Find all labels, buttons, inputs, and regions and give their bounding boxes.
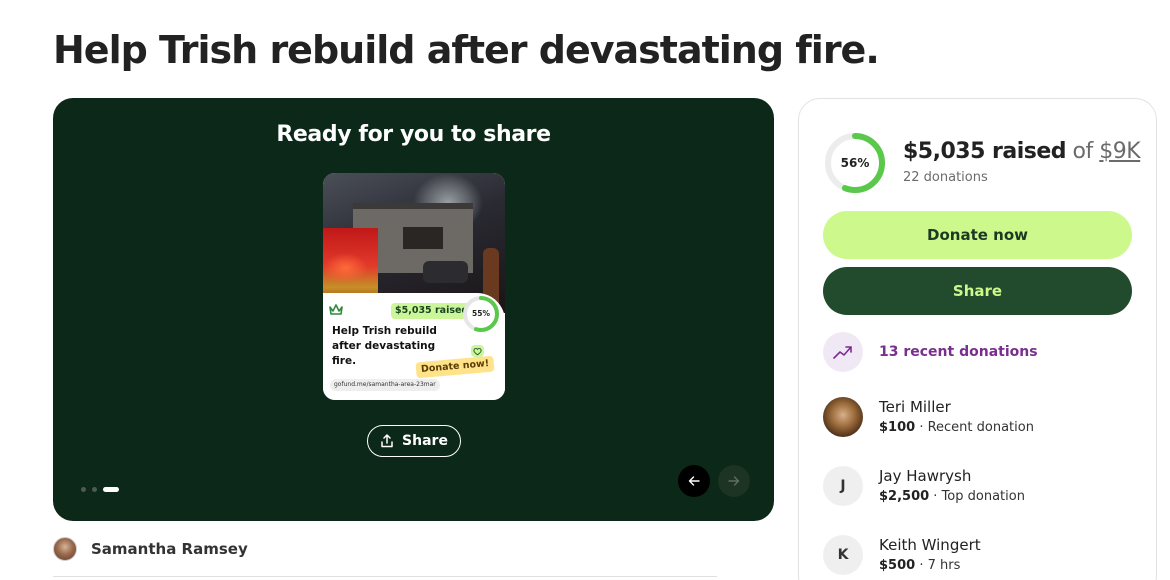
donor-amount: $500 xyxy=(879,558,916,573)
divider xyxy=(53,576,717,577)
donation-count: 22 donations xyxy=(903,170,988,185)
heart-icon xyxy=(471,345,484,357)
page-title: Help Trish rebuild after devastating fir… xyxy=(53,28,880,72)
donor-name: Jay Hawrysh xyxy=(879,467,972,485)
donor-item: J Jay Hawrysh $2,500 · Top donation xyxy=(823,466,1025,506)
donor-avatar: K xyxy=(823,535,863,575)
donor-avatar xyxy=(823,397,863,437)
arrow-right-icon xyxy=(728,476,740,486)
recent-donations-link[interactable]: 13 recent donations xyxy=(823,332,1038,372)
share-preview-card: $5,035 raised 55% Help Trish rebuild aft… xyxy=(323,173,505,400)
organizer-name: Samantha Ramsey xyxy=(91,540,248,558)
donor-note: · Top donation xyxy=(929,489,1025,504)
donor-meta: $2,500 · Top donation xyxy=(879,488,1025,506)
trending-up-icon xyxy=(823,332,863,372)
fire-photo xyxy=(323,173,505,313)
raised-summary: $5,035 raised of $9K xyxy=(903,139,1141,164)
carousel-heading: Ready for you to share xyxy=(276,122,551,147)
raised-amount: $5,035 raised xyxy=(903,139,1067,164)
donor-meta: $100 · Recent donation xyxy=(879,419,1034,437)
donor-name: Keith Wingert xyxy=(879,536,981,554)
share-button-sidebar[interactable]: Share xyxy=(823,267,1132,315)
goal-amount[interactable]: $9K xyxy=(1099,139,1140,164)
recent-donations-label: 13 recent donations xyxy=(879,344,1038,360)
arrow-left-icon xyxy=(688,476,700,486)
carousel-dots xyxy=(81,487,119,492)
carousel-dot-active[interactable] xyxy=(103,487,119,492)
donor-note: · Recent donation xyxy=(915,420,1034,435)
donor-item: Teri Miller $100 · Recent donation xyxy=(823,397,1034,437)
preview-url: gofund.me/samantha-area-23mar xyxy=(330,379,440,391)
donor-amount: $100 xyxy=(879,420,916,435)
donate-now-button[interactable]: Donate now xyxy=(823,211,1132,259)
donor-name: Teri Miller xyxy=(879,398,951,416)
progress-percent: 56% xyxy=(840,156,870,170)
organizer[interactable]: Samantha Ramsey xyxy=(53,537,248,561)
donor-avatar: J xyxy=(823,466,863,506)
carousel-next-button[interactable] xyxy=(718,465,750,497)
donor-item: K Keith Wingert $500 · 7 hrs xyxy=(823,535,981,575)
carousel-dot[interactable] xyxy=(92,487,97,492)
crown-icon xyxy=(329,304,343,315)
preview-progress-label: 55% xyxy=(472,309,490,318)
share-button-label: Share xyxy=(402,433,448,449)
share-button[interactable]: Share xyxy=(367,425,461,457)
raised-of: of xyxy=(1066,139,1100,164)
donor-meta: $500 · 7 hrs xyxy=(879,557,981,575)
carousel-prev-button[interactable] xyxy=(678,465,710,497)
donor-note: · 7 hrs xyxy=(915,558,961,573)
donor-amount: $2,500 xyxy=(879,489,930,504)
donation-sidebar: 56% $5,035 raised of $9K 22 donations Do… xyxy=(798,98,1157,580)
upload-icon xyxy=(381,434,393,448)
share-carousel: Ready for you to share $5,035 raised 55%… xyxy=(53,98,774,521)
organizer-avatar xyxy=(53,537,77,561)
carousel-dot[interactable] xyxy=(81,487,86,492)
